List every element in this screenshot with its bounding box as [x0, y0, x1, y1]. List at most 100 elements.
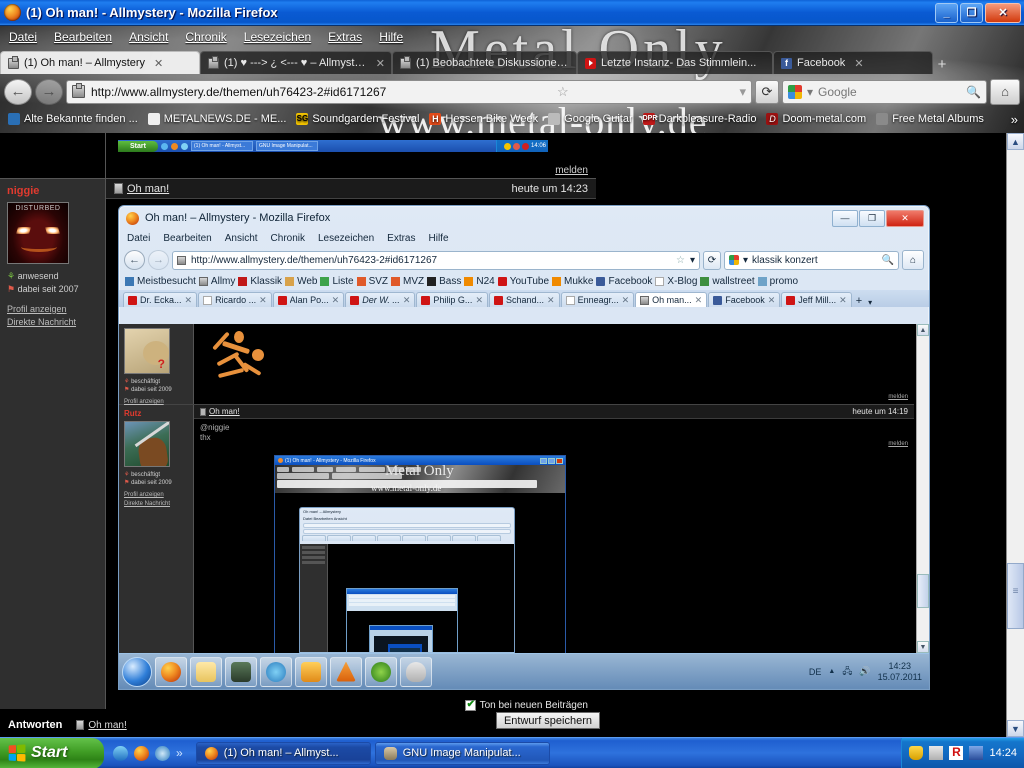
search-bar[interactable]: ▾ Google 🔍: [782, 79, 987, 104]
nested-vertical-scrollbar[interactable]: ▲ ▼: [916, 324, 929, 653]
tab-close-icon[interactable]: ✕: [547, 295, 555, 306]
tab-close-icon[interactable]: ✕: [622, 295, 630, 306]
thread-title-link[interactable]: Oh man!: [209, 407, 240, 416]
bookmark-darkpleasure[interactable]: DPR Darkpleasure-Radio: [640, 112, 760, 126]
menu-hilfe[interactable]: Hilfe: [429, 233, 449, 244]
tab-letzte-instanz[interactable]: Letzte Instanz- Das Stimmlein...: [577, 51, 773, 74]
taskbar-dreamweaver-icon[interactable]: [260, 656, 292, 687]
nested-url-bar[interactable]: http://www.allmystery.de/themen/uh76423-…: [172, 250, 700, 270]
bookmark-free-metal-albums[interactable]: Free Metal Albums: [873, 112, 987, 126]
bookmark-mukke[interactable]: Mukke: [552, 276, 593, 287]
search-icon[interactable]: 🔍: [882, 255, 894, 266]
nested-start-button[interactable]: Start: [118, 140, 158, 152]
taskbar-clock[interactable]: 14:24: [989, 747, 1017, 759]
menu-datei[interactable]: Datei: [9, 30, 37, 44]
taskbar-item-gimp[interactable]: GNU Image Manipulat...: [374, 741, 550, 765]
direct-message-link[interactable]: Direkte Nachricht: [7, 316, 98, 329]
nested-tab-8[interactable]: Facebook ✕: [708, 292, 781, 307]
tab-oh-man[interactable]: (1) Oh man! – Allmystery ✕: [0, 51, 200, 74]
media-player-icon[interactable]: [155, 745, 170, 761]
search-input[interactable]: klassik konzert: [752, 255, 818, 266]
bookmark-mvz[interactable]: MVZ: [391, 276, 424, 287]
network-disconnected-icon[interactable]: [929, 746, 944, 760]
nested-tab-7[interactable]: Oh man... ✕: [635, 292, 708, 307]
nested-tab-overflow-icon[interactable]: ▾: [866, 298, 874, 307]
view-profile-link[interactable]: Profil anzeigen: [124, 491, 188, 499]
close-button[interactable]: ✕: [985, 2, 1021, 23]
forward-button[interactable]: →: [35, 78, 63, 105]
show-desktop-icon[interactable]: [113, 745, 128, 761]
bookmark-liste[interactable]: Liste: [320, 276, 354, 287]
nested-tab-3[interactable]: Der W. ... ✕: [345, 292, 416, 307]
show-hidden-icon[interactable]: ▲: [828, 668, 835, 675]
bookmark-doom-metal[interactable]: D Doom-metal.com: [763, 112, 869, 126]
new-tab-button[interactable]: +: [933, 54, 951, 74]
menu-bearbeiten[interactable]: Bearbeiten: [54, 30, 112, 44]
bookmark-meistbesucht[interactable]: Meistbesucht: [125, 276, 196, 287]
bookmark-svz[interactable]: SVZ: [356, 276, 388, 287]
tab-beobachtete[interactable]: (1) Beobachtete Diskussionen...: [392, 51, 577, 74]
reload-button[interactable]: ⟳: [703, 250, 721, 270]
home-button[interactable]: ⌂: [902, 250, 924, 270]
chevron-down-icon[interactable]: ▾: [690, 255, 695, 266]
network-icon[interactable]: 🖧: [842, 664, 852, 680]
home-button[interactable]: ⌂: [990, 78, 1020, 105]
taskbar-icq-icon[interactable]: [365, 656, 397, 687]
quick-launch-icon[interactable]: [161, 142, 168, 150]
display-icon[interactable]: [969, 746, 984, 760]
taskbar-item-firefox[interactable]: (1) Oh man! – Allmyst...: [195, 741, 371, 765]
chevron-down-icon[interactable]: ▾: [807, 85, 813, 99]
start-button[interactable]: Start: [0, 737, 104, 768]
view-profile-link[interactable]: Profil anzeigen: [7, 303, 98, 316]
menu-lesezeichen[interactable]: Lesezeichen: [244, 30, 311, 44]
nested-new-tab-button[interactable]: +: [853, 295, 865, 307]
tab-close-icon[interactable]: ✕: [259, 295, 267, 306]
menu-ansicht[interactable]: Ansicht: [225, 233, 258, 244]
bookmark-star-icon[interactable]: ☆: [676, 255, 685, 266]
scroll-thumb[interactable]: [1007, 563, 1024, 629]
chevron-down-icon[interactable]: ▾: [743, 255, 748, 266]
taskbar-firefox-icon[interactable]: [155, 656, 187, 687]
avira-icon[interactable]: R: [949, 746, 964, 760]
bookmark-n24[interactable]: N24: [464, 276, 495, 287]
bookmarks-overflow-icon[interactable]: »: [1011, 112, 1024, 127]
back-button[interactable]: ←: [124, 250, 145, 270]
bookmark-xblog[interactable]: X-Blog: [655, 276, 697, 287]
nested-tab-2[interactable]: Alan Po... ✕: [272, 292, 345, 307]
sound-checkbox[interactable]: [464, 699, 476, 711]
tab-close-icon[interactable]: ✕: [185, 295, 193, 306]
nested-tab-5[interactable]: Schand... ✕: [488, 292, 560, 307]
report-link[interactable]: melden: [888, 441, 908, 447]
author-name[interactable]: Rutz: [124, 409, 188, 418]
nested-clock[interactable]: 14:23 15.07.2011: [878, 661, 922, 683]
tab-close-icon[interactable]: ✕: [854, 57, 863, 70]
menu-bearbeiten[interactable]: Bearbeiten: [163, 233, 211, 244]
bookmark-google-guitar[interactable]: Google Guitar: [545, 112, 635, 126]
firefox-icon[interactable]: [134, 745, 149, 761]
report-link[interactable]: melden: [888, 394, 908, 400]
firefox-icon[interactable]: [171, 142, 178, 150]
scroll-up-icon[interactable]: ▲: [1007, 133, 1024, 150]
tab-herz[interactable]: (1) ♥ ---> ¿ <--- ♥ – Allmystery ✕: [200, 51, 392, 74]
direct-message-link[interactable]: Direkte Nachricht: [124, 500, 188, 508]
page-vertical-scrollbar[interactable]: ▲ ▼: [1006, 133, 1024, 737]
reply-thread-link[interactable]: Oh man!: [76, 720, 127, 731]
menu-ansicht[interactable]: Ansicht: [129, 30, 168, 44]
windows-start-orb[interactable]: [122, 656, 152, 687]
author-name[interactable]: niggie: [7, 185, 98, 197]
reload-button[interactable]: ⟳: [755, 79, 779, 104]
bookmark-star-icon[interactable]: ☆: [557, 84, 569, 100]
menu-hilfe[interactable]: Hilfe: [379, 30, 403, 44]
bookmark-promo[interactable]: promo: [757, 276, 798, 287]
bookmark-youtube[interactable]: YouTube: [497, 276, 549, 287]
forward-button[interactable]: →: [148, 250, 169, 270]
search-input[interactable]: Google: [818, 85, 857, 99]
tab-facebook[interactable]: f Facebook ✕: [773, 51, 933, 74]
report-link[interactable]: melden: [555, 165, 588, 176]
bookmark-bass[interactable]: Bass: [427, 276, 461, 287]
menu-extras[interactable]: Extras: [387, 233, 415, 244]
bookmark-wallstreet[interactable]: wallstreet: [700, 276, 755, 287]
taskbar-vlc-icon[interactable]: [330, 656, 362, 687]
scroll-up-icon[interactable]: ▲: [917, 324, 929, 336]
tab-close-icon[interactable]: ✕: [376, 57, 385, 70]
